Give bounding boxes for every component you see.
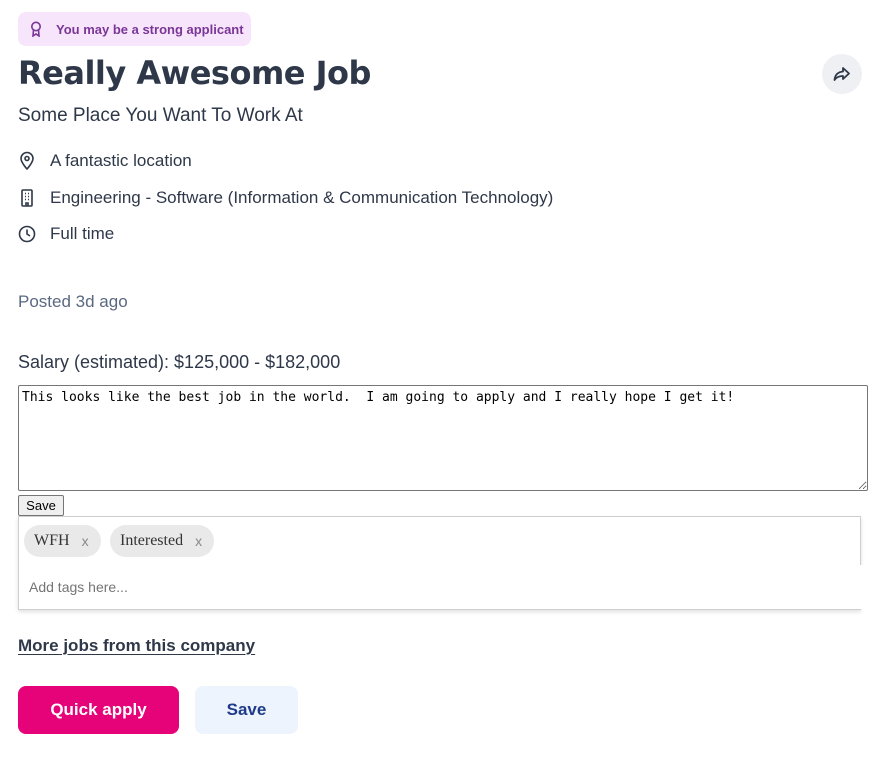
classification-text: Engineering - Software (Information & Co… (50, 188, 554, 207)
save-job-button[interactable]: Save (195, 686, 298, 734)
badge-label: You may be a strong applicant (56, 21, 244, 37)
salary-estimate: Salary (estimated): $125,000 - $182,000 (18, 352, 341, 372)
job-title: Really Awesome Job (18, 54, 371, 92)
classification-row: Engineering - Software (Information & Co… (18, 188, 553, 208)
work-type-text: Full time (50, 224, 115, 243)
strong-applicant-badge: You may be a strong applicant (18, 12, 251, 46)
company-name: Some Place You Want To Work At (18, 105, 303, 126)
tag-label: WFH (34, 532, 70, 549)
more-jobs-link[interactable]: More jobs from this company (18, 636, 255, 656)
work-type-row: Full time (18, 224, 114, 244)
tag-label: Interested (120, 532, 184, 549)
location-pin-icon (20, 151, 34, 171)
posted-date: Posted 3d ago (18, 292, 128, 311)
tag-chip: WFH x (24, 525, 101, 557)
share-icon (833, 67, 850, 81)
quick-apply-button[interactable]: Quick apply (18, 686, 179, 734)
remove-tag-icon[interactable]: x (82, 533, 89, 549)
share-button[interactable] (822, 54, 862, 94)
location-text: A fantastic location (50, 151, 192, 170)
location-row: A fantastic location (18, 151, 192, 171)
add-tag-input[interactable] (19, 565, 865, 609)
tags-input-box[interactable]: WFH x Interested x (18, 516, 865, 610)
tag-chip: Interested x (110, 525, 215, 557)
building-icon (21, 189, 33, 207)
notes-save-button[interactable]: Save (18, 495, 64, 516)
ribbon-icon (31, 21, 41, 37)
remove-tag-icon[interactable]: x (195, 533, 202, 549)
notes-textarea[interactable] (18, 385, 868, 491)
clock-icon (18, 225, 36, 243)
